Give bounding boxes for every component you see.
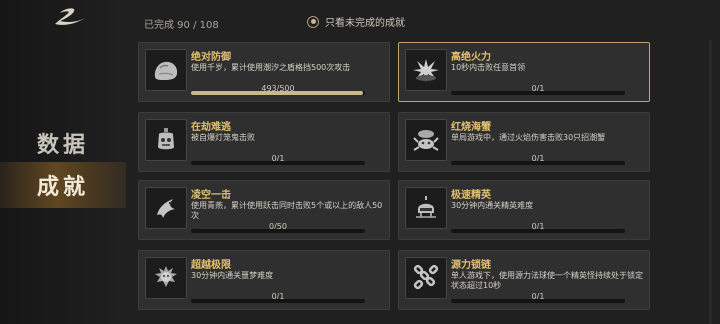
achievement-desc: 单局游戏中，通过火焰伤害击败30只招潮蟹 [451,133,606,142]
game-logo-icon [55,8,85,25]
swallow-icon [145,187,187,229]
elite-helmet-icon [405,187,447,229]
achievement-desc: 30分钟内通关精英难度 [451,201,534,210]
progress-bar [451,91,625,95]
achievement-card[interactable]: 绝对防御 使用千岁，累计使用潮汐之盾格挡500次攻击 493/500 [138,42,390,102]
radio-icon [307,15,319,28]
achievement-desc: 10秒内击败任意首领 [451,63,526,72]
filter-label: 只看未完成的成就 [325,18,405,29]
sidebar: 数据 成就 [0,0,126,324]
nightmare-face-icon [145,257,187,299]
achievement-desc: 使用青燕，累计使用跃击同时击败5个或以上的敌人50次 [191,201,383,220]
progress-bar [191,229,365,233]
progress-bar [451,299,625,303]
rock-shield-icon [145,49,187,91]
achievement-card[interactable]: 极速精英 30分钟内通关精英难度 0/1 [398,180,650,240]
progress-bar [191,161,365,165]
achievement-title: 超越极限 [191,260,231,271]
achievement-card[interactable]: 源力锁链 单人游戏下，使用源力法球使一个精英怪持续处于锁定状态超过10秒 0/1 [398,250,650,310]
progress-bar [451,161,625,165]
achievement-title: 在劫难逃 [191,122,231,133]
achievement-card[interactable]: 超越极限 30分钟内通关噩梦难度 0/1 [138,250,390,310]
achievement-card[interactable]: 高绝火力 10秒内击败任意首领 0/1 [398,42,650,102]
burst-fire-icon [405,49,447,91]
achievement-desc: 被自爆灯笼鬼击败 [191,133,255,142]
achievement-desc: 30分钟内通关噩梦难度 [191,271,274,280]
progress-bar [451,229,625,233]
completed-count: 已完成 90 / 108 [144,20,219,31]
chain-icon [405,257,447,299]
achievement-card[interactable]: 凌空一击 使用青燕，累计使用跃击同时击败5个或以上的敌人50次 0/50 [138,180,390,240]
achievement-title: 红烧海蟹 [451,122,491,133]
progress-fill [191,91,363,95]
achievement-card[interactable]: 红烧海蟹 单局游戏中，通过火焰伤害击败30只招潮蟹 0/1 [398,112,650,172]
progress-bar [191,91,365,95]
achievement-title: 极速精英 [451,190,491,201]
achievement-title: 凌空一击 [191,190,231,201]
achievement-desc: 单人游戏下，使用源力法球使一个精英怪持续处于锁定状态超过10秒 [451,271,643,290]
sidebar-item-label: 数据 [36,132,89,158]
lantern-ghost-icon [145,119,187,161]
achievement-desc: 使用千岁，累计使用潮汐之盾格挡500次攻击 [191,63,351,72]
achievement-card[interactable]: 在劫难逃 被自爆灯笼鬼击败 0/1 [138,112,390,172]
achievement-title: 源力锁链 [451,260,491,271]
filter-incomplete-radio[interactable]: 只看未完成的成就 [307,14,405,29]
crab-icon [405,119,447,161]
scrollbar[interactable] [709,40,712,324]
sidebar-item-label: 成就 [36,174,89,200]
sidebar-item-achievements[interactable]: 成就 [0,162,126,208]
achievement-title: 绝对防御 [191,52,231,63]
achievement-title: 高绝火力 [451,52,491,63]
progress-bar [191,299,365,303]
achievements-panel: 已完成 90 / 108 只看未完成的成就 绝对防御 使用千岁，累计使用潮汐之盾… [126,0,720,324]
sidebar-item-data[interactable]: 数据 [0,120,126,166]
